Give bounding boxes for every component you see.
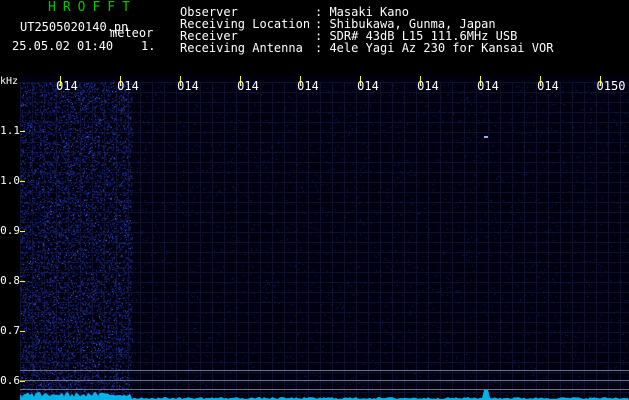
time-tick-label: 0150 xyxy=(596,80,626,92)
antenna-value: : 4ele Yagi Az 230 for Kansai VOR xyxy=(315,41,554,55)
freq-tick-label: 1.0 xyxy=(0,174,20,187)
plot-background xyxy=(20,76,629,400)
freq-tick-label: 0.6 xyxy=(0,374,20,387)
spectrogram-plot xyxy=(20,76,629,400)
app-title: HROFFT xyxy=(48,0,137,15)
time-tick-label: 014 xyxy=(417,80,439,92)
time-tick-label: 014 xyxy=(297,80,319,92)
time-tick-label: 014 xyxy=(537,80,559,92)
time-tick-label: 014 xyxy=(357,80,379,92)
time-tick-label: 014 xyxy=(177,80,199,92)
freq-tick-label: 1.1 xyxy=(0,124,20,137)
freq-unit-label: kHz xyxy=(0,76,19,87)
time-axis: 014 014 014 014 014 014 014 014 014 0150 xyxy=(0,76,629,96)
spectrogram-svg xyxy=(20,76,629,400)
meteor-tag: meteor xyxy=(110,26,154,40)
antenna-label: Receiving Antenna xyxy=(180,41,303,55)
freq-tick-label: 0.8 xyxy=(0,274,20,287)
time-tick-label: 014 xyxy=(117,80,139,92)
count-tag: 1. xyxy=(141,39,156,53)
meteor-echo-mark xyxy=(484,136,488,138)
freq-tick-label: 0.7 xyxy=(0,324,20,337)
hrofft-window: HROFFT UT2505020140.pn meteor 25.05.02 0… xyxy=(0,0,629,400)
time-tick-label: 014 xyxy=(237,80,259,92)
freq-tick-label: 0.9 xyxy=(0,224,20,237)
time-tick-label: 014 xyxy=(56,80,78,92)
timestamp: 25.05.02 01:40 xyxy=(12,39,114,53)
time-tick-label: 014 xyxy=(477,80,499,92)
